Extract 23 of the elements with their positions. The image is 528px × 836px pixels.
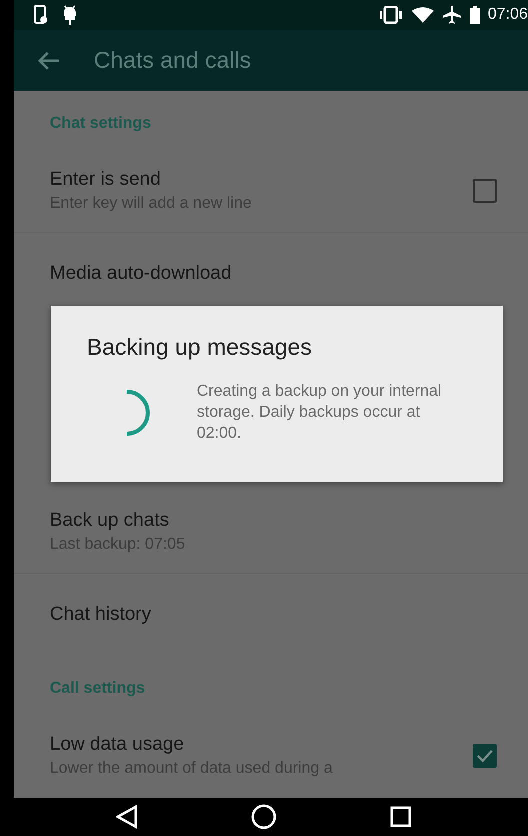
- recents-icon[interactable]: [390, 806, 412, 828]
- dialog-title: Backing up messages: [87, 334, 314, 362]
- setting-title[interactable]: Low data usage: [50, 734, 333, 756]
- section-header: Call settings: [49, 679, 146, 700]
- section-header: Chat settings: [49, 114, 152, 134]
- setting-title[interactable]: Enter is send: [50, 168, 252, 191]
- setting-title[interactable]: Chat history: [50, 604, 152, 626]
- setting-title[interactable]: Media auto-download: [50, 263, 232, 286]
- setting-title[interactable]: Back up chats: [50, 510, 186, 532]
- checkmark-icon: [477, 749, 493, 764]
- dialog-message: Creating a backup on your internal storage. Daily backups occur at 02:00.: [197, 382, 443, 444]
- battery-icon: [470, 6, 480, 24]
- phone-icon: [34, 5, 48, 26]
- vibrate-icon: [378, 6, 404, 24]
- android-icon: [62, 4, 78, 26]
- home-icon[interactable]: [250, 804, 276, 830]
- checkbox[interactable]: [473, 178, 497, 203]
- clock-time: 07:06: [488, 6, 528, 24]
- checkbox[interactable]: [473, 744, 497, 768]
- wifi-icon: [412, 7, 434, 24]
- screen-title: Chats and calls: [94, 47, 252, 74]
- back-icon[interactable]: [116, 805, 138, 830]
- airplane-icon: [442, 5, 462, 26]
